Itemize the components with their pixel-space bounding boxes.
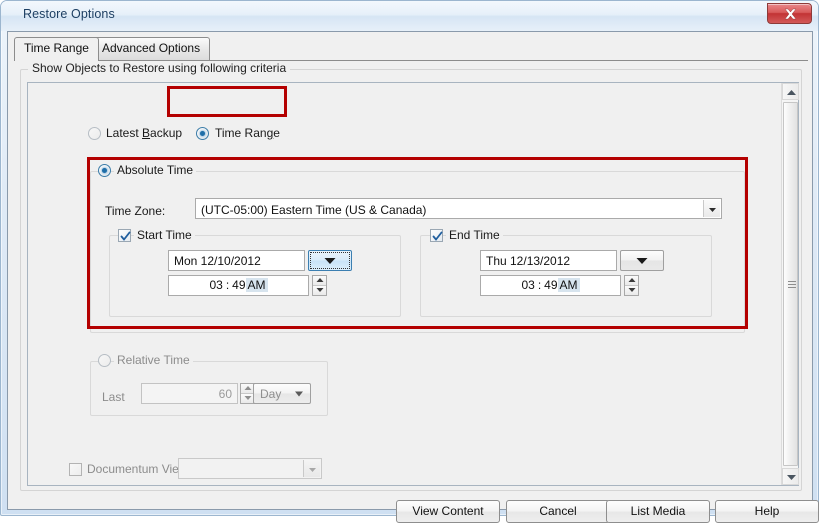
chevron-down-icon <box>324 257 336 264</box>
end-time-separator: : <box>537 278 542 292</box>
scroll-down-button[interactable] <box>782 468 799 485</box>
end-date-input[interactable]: Thu 12/13/2012 <box>480 250 617 271</box>
criteria-groupbox-label: Show Objects to Restore using following … <box>28 61 291 75</box>
documentum-view-label: Documentum View <box>87 462 188 476</box>
grip-icon <box>788 281 796 288</box>
start-time-separator: : <box>225 278 230 292</box>
start-time-label: Start Time <box>134 228 195 242</box>
check-icon <box>432 231 443 241</box>
start-time-input[interactable]: 03:49 AM <box>168 275 309 296</box>
time-zone-value: (UTC-05:00) Eastern Time (US & Canada) <box>201 203 427 217</box>
tab-underline <box>14 60 808 61</box>
end-time-minute[interactable]: 49 <box>544 278 557 292</box>
end-time-spinner[interactable] <box>624 275 639 296</box>
relative-unit-value: Day <box>260 387 282 401</box>
start-time-spinner-up[interactable] <box>313 276 326 286</box>
chevron-down-icon <box>295 391 303 396</box>
criteria-panel-content: Latest Backup Time Range Absolute Time T… <box>28 83 781 485</box>
scroll-down-icon <box>787 475 796 480</box>
radio-latest-backup[interactable] <box>88 127 101 140</box>
start-date-input[interactable]: Mon 12/10/2012 <box>168 250 305 271</box>
vertical-scrollbar[interactable] <box>781 83 799 485</box>
start-time-meridiem[interactable]: AM <box>245 278 268 292</box>
spinner-up-icon <box>244 386 251 391</box>
tab-time-range-label: Time Range <box>24 41 89 55</box>
window-title: Restore Options <box>23 7 115 21</box>
end-date-picker-button[interactable] <box>620 250 664 271</box>
end-time-spinner-down[interactable] <box>625 285 638 295</box>
documentum-view-combo[interactable] <box>178 458 322 479</box>
spinner-down-icon <box>628 288 635 293</box>
cancel-button[interactable]: Cancel <box>506 500 610 523</box>
list-media-button[interactable]: List Media <box>606 500 710 523</box>
window-titlebar[interactable]: Restore Options <box>1 1 818 31</box>
time-zone-combo-arrow[interactable] <box>703 200 720 217</box>
end-time-meridiem[interactable]: AM <box>557 278 580 292</box>
spinner-up-icon <box>628 278 635 283</box>
spinner-up-icon <box>316 278 323 283</box>
tab-time-range[interactable]: Time Range <box>14 37 99 61</box>
time-zone-label: Time Zone: <box>105 204 166 218</box>
start-time-spinner-down[interactable] <box>313 285 326 295</box>
chevron-down-icon <box>709 208 716 212</box>
end-time-hour[interactable]: 03 <box>521 278 534 292</box>
end-time-checkbox[interactable] <box>430 229 443 242</box>
tab-strip: Time Range Advanced Options <box>14 37 808 61</box>
dialog-client-area: Time Range Advanced Options Show Objects… <box>7 31 819 523</box>
time-zone-combo[interactable]: (UTC-05:00) Eastern Time (US & Canada) <box>195 198 722 219</box>
active-tab-seam <box>15 60 85 61</box>
criteria-scroll-panel: Latest Backup Time Range Absolute Time T… <box>27 82 799 486</box>
end-time-spinner-up[interactable] <box>625 276 638 286</box>
check-icon <box>120 231 131 241</box>
spinner-down-icon <box>244 396 251 401</box>
help-button[interactable]: Help <box>715 500 819 523</box>
documentum-view-checkbox[interactable] <box>69 463 82 476</box>
close-button[interactable] <box>767 3 812 24</box>
scroll-up-button[interactable] <box>782 83 799 100</box>
close-icon <box>784 8 797 20</box>
radio-relative-time[interactable] <box>98 354 111 367</box>
relative-amount-input[interactable]: 60 <box>141 383 238 404</box>
start-time-spinner[interactable] <box>312 275 327 296</box>
view-content-button[interactable]: View Content <box>396 500 500 523</box>
scrollbar-thumb[interactable] <box>783 102 798 466</box>
restore-options-window: Restore Options Time Range Advanced Opti… <box>0 0 819 523</box>
documentum-view-combo-arrow[interactable] <box>303 460 320 477</box>
chevron-down-icon <box>636 257 648 264</box>
relative-unit-combo[interactable]: Day <box>253 383 311 404</box>
absolute-time-label: Absolute Time <box>114 163 197 177</box>
relative-time-label: Relative Time <box>114 353 193 367</box>
scroll-up-icon <box>787 90 796 95</box>
tab-advanced-options-label: Advanced Options <box>102 41 201 55</box>
start-time-minute[interactable]: 49 <box>232 278 245 292</box>
end-time-label: End Time <box>446 228 503 242</box>
start-date-picker-button[interactable] <box>308 250 352 271</box>
radio-absolute-time[interactable] <box>98 164 111 177</box>
spinner-down-icon <box>316 288 323 293</box>
start-time-checkbox[interactable] <box>118 229 131 242</box>
radio-time-range[interactable] <box>196 127 209 140</box>
chevron-down-icon <box>309 468 316 472</box>
end-time-input[interactable]: 03:49 AM <box>480 275 621 296</box>
radio-time-range-label: Time Range <box>215 126 280 140</box>
start-time-hour[interactable]: 03 <box>209 278 222 292</box>
radio-latest-backup-label: Latest Backup <box>106 126 183 140</box>
tab-advanced-options[interactable]: Advanced Options <box>92 37 211 60</box>
relative-last-label: Last <box>102 390 125 404</box>
